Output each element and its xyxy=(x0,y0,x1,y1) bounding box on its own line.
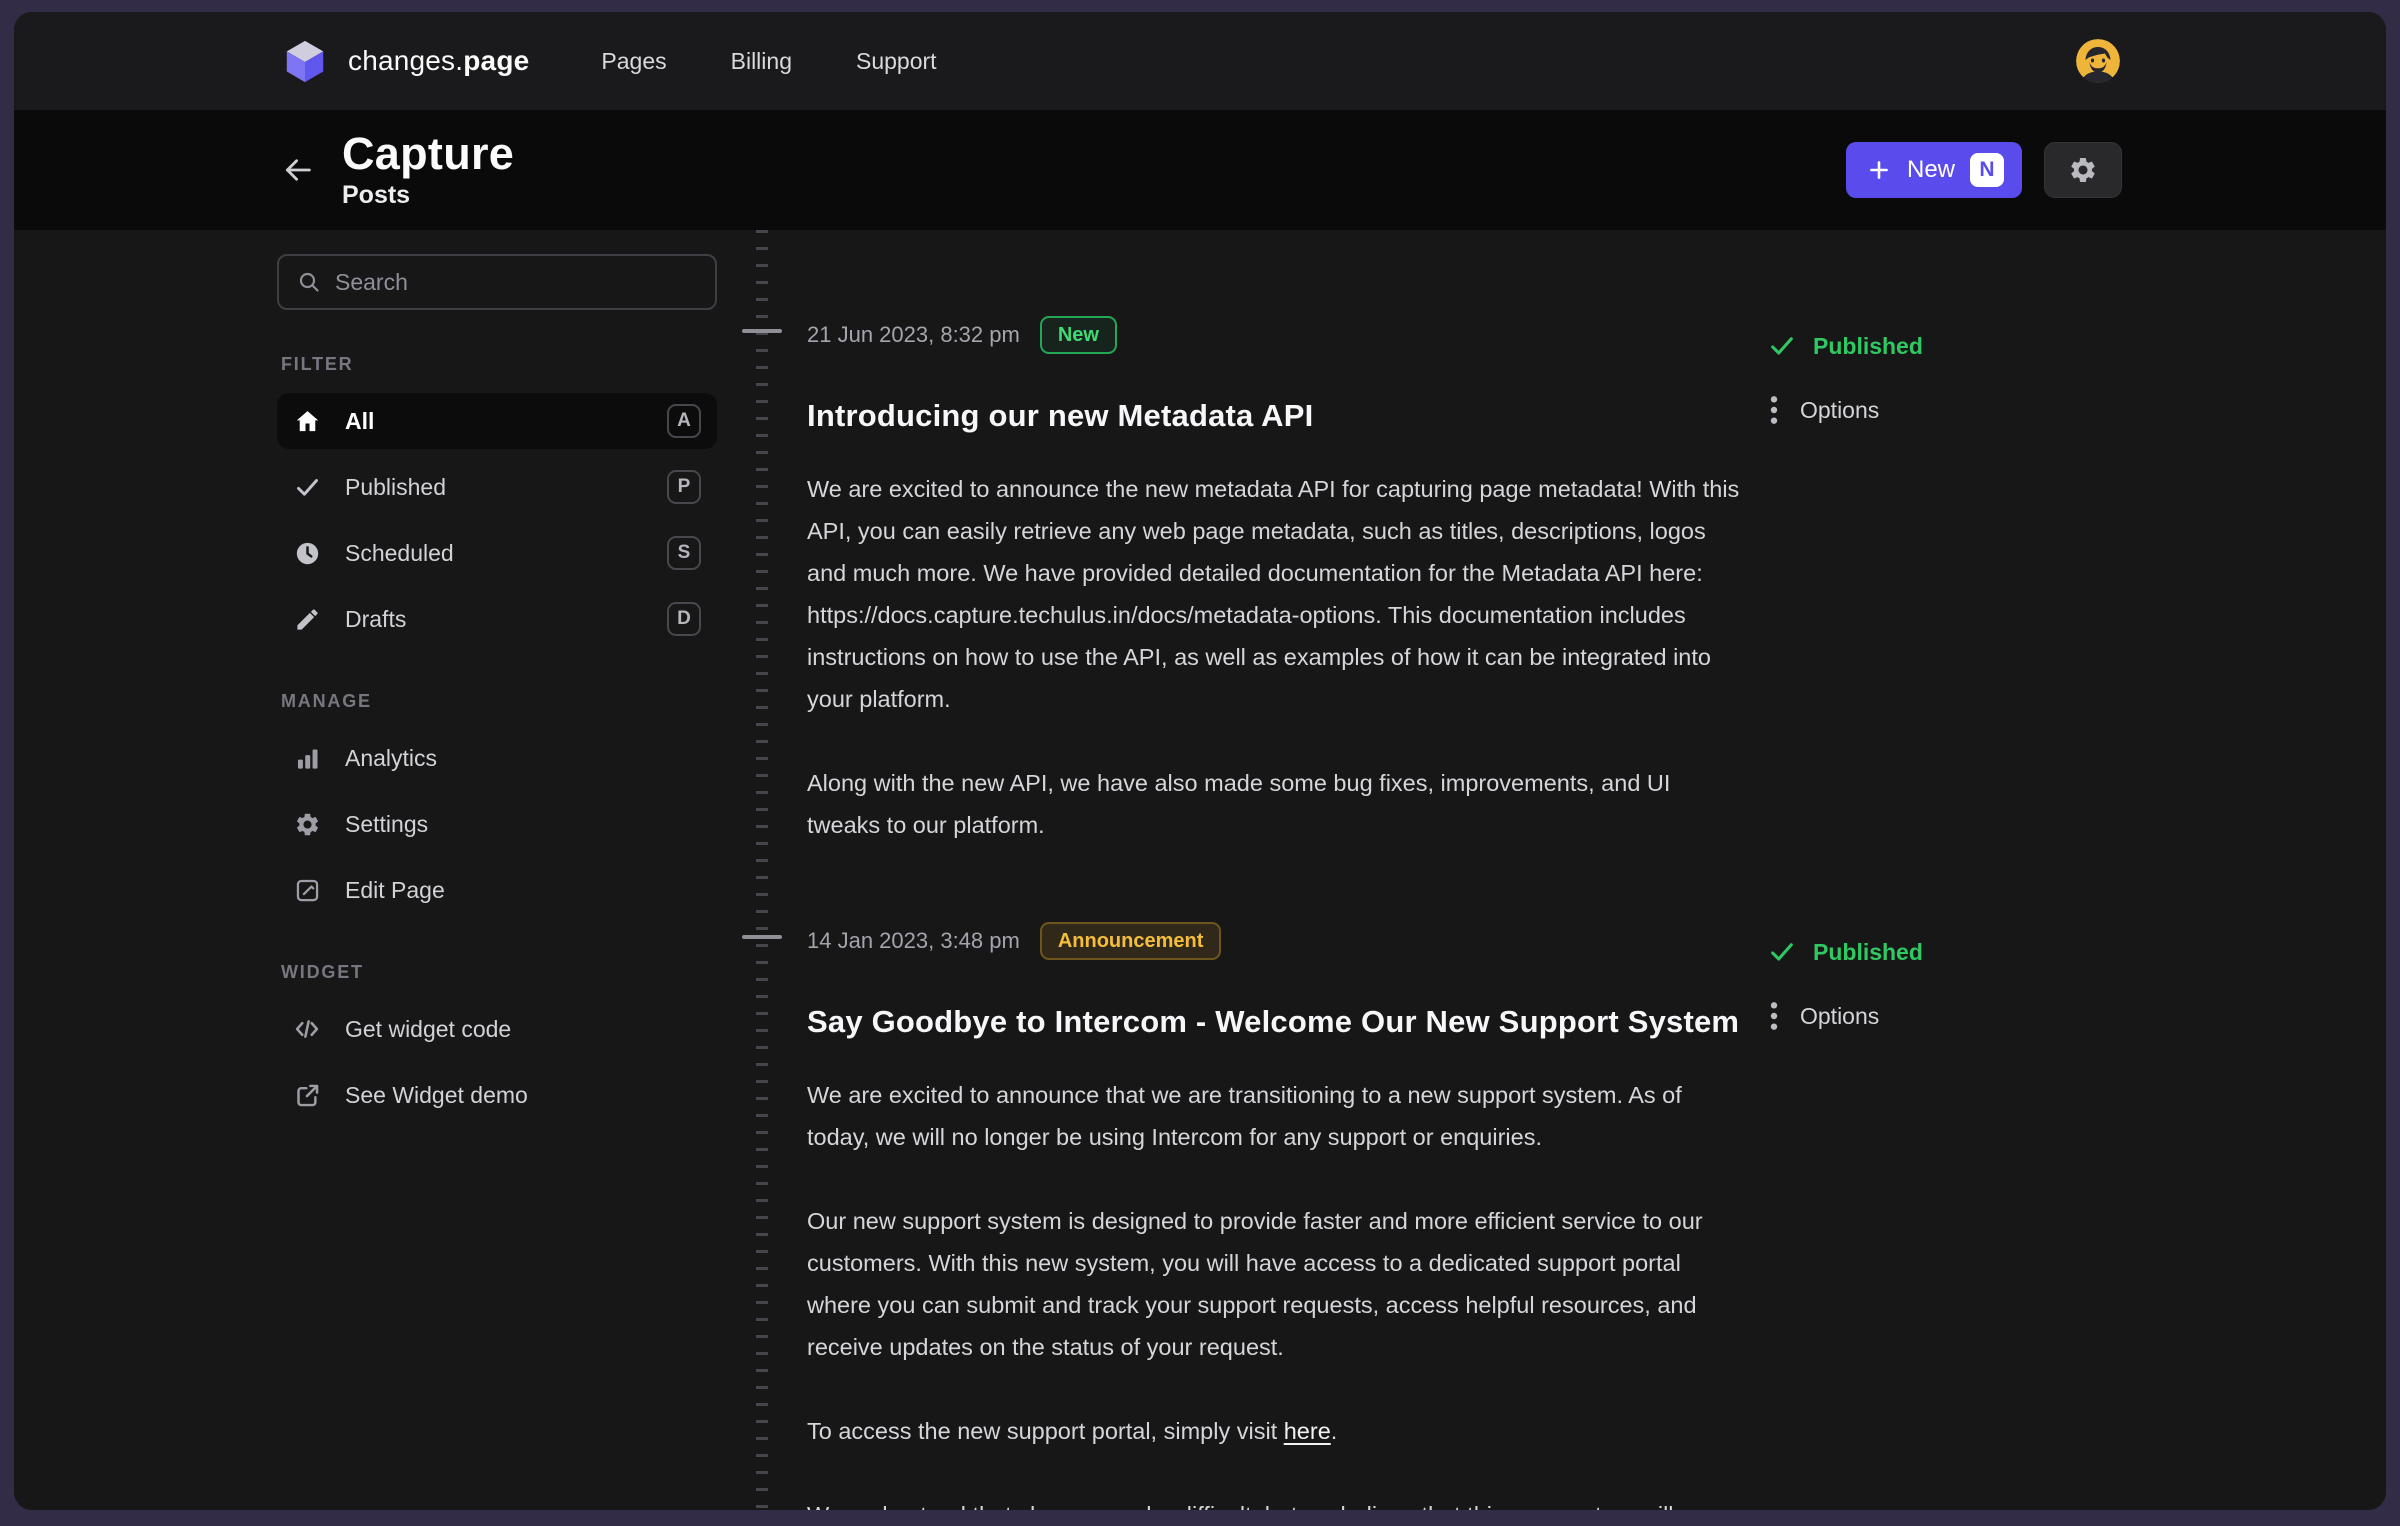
gear-icon xyxy=(2068,155,2098,185)
check-icon xyxy=(293,474,321,501)
sidebar-item-edit-page[interactable]: Edit Page xyxy=(277,862,717,918)
arrow-left-icon xyxy=(281,153,315,187)
post-paragraph: Along with the new API, we have also mad… xyxy=(807,762,1742,846)
section-label-manage: MANAGE xyxy=(277,691,717,712)
post-status-column: Published Options xyxy=(1768,316,2068,846)
post-status-published[interactable]: Published xyxy=(1768,332,2068,360)
new-post-shortcut-badge: N xyxy=(1970,153,2004,187)
timeline-dashed-line xyxy=(756,230,768,1510)
sidebar-item-label: All xyxy=(345,408,374,435)
edit-square-icon xyxy=(293,877,321,904)
sidebar-item-published[interactable]: Published P xyxy=(277,459,717,515)
sidebar-item-label: Scheduled xyxy=(345,540,454,567)
post-paragraph: We are excited to announce that we are t… xyxy=(807,1074,1742,1158)
page-subtitle: Posts xyxy=(342,181,514,210)
app-window: changes.page Pages Billing Support xyxy=(14,12,2386,1510)
nav-link-support[interactable]: Support xyxy=(856,48,937,75)
post-options-label: Options xyxy=(1800,397,1879,424)
post-date: 21 Jun 2023, 8:32 pm xyxy=(807,322,1020,348)
timeline-rail xyxy=(717,230,807,1510)
bar-chart-icon xyxy=(293,745,321,772)
post-status-published[interactable]: Published xyxy=(1768,938,2068,966)
user-avatar[interactable] xyxy=(2076,39,2120,83)
search-icon xyxy=(297,270,321,294)
plus-icon xyxy=(1866,157,1892,183)
timeline-post-marker xyxy=(742,935,782,939)
page-settings-button[interactable] xyxy=(2044,142,2122,198)
sidebar: FILTER All A Publ xyxy=(277,230,717,1510)
sidebar-item-drafts[interactable]: Drafts D xyxy=(277,591,717,647)
sidebar-item-label: Settings xyxy=(345,811,428,838)
sidebar-item-see-widget-demo[interactable]: See Widget demo xyxy=(277,1067,717,1123)
shortcut-badge: D xyxy=(667,602,701,636)
search-input[interactable] xyxy=(335,269,697,296)
post-options-button[interactable]: Options xyxy=(1768,394,2068,426)
gear-icon xyxy=(293,811,321,838)
post-paragraph: Our new support system is designed to pr… xyxy=(807,1200,1742,1368)
sidebar-item-label: Published xyxy=(345,474,446,501)
link-paragraph-text: To access the new support portal, simply… xyxy=(807,1418,1284,1444)
sidebar-item-label: Drafts xyxy=(345,606,406,633)
post-paragraph: We understand that change can be difficu… xyxy=(807,1494,1742,1510)
sidebar-item-analytics[interactable]: Analytics xyxy=(277,730,717,786)
post-status-column: Published Options xyxy=(1768,922,2068,1510)
home-icon xyxy=(293,408,321,435)
sidebar-item-scheduled[interactable]: Scheduled S xyxy=(277,525,717,581)
link-paragraph-text: . xyxy=(1331,1418,1338,1444)
shortcut-badge: A xyxy=(667,404,701,438)
post-paragraph: We are excited to announce the new metad… xyxy=(807,468,1742,720)
new-post-button[interactable]: New N xyxy=(1846,142,2022,198)
sidebar-item-all[interactable]: All A xyxy=(277,393,717,449)
shortcut-badge: S xyxy=(667,536,701,570)
post-badge-new: New xyxy=(1040,316,1117,354)
nav-link-pages[interactable]: Pages xyxy=(601,48,666,75)
top-navbar: changes.page Pages Billing Support xyxy=(14,12,2386,110)
changes-page-logo-icon xyxy=(282,38,328,84)
sidebar-item-label: Get widget code xyxy=(345,1016,511,1043)
nav-link-billing[interactable]: Billing xyxy=(731,48,792,75)
sidebar-item-settings[interactable]: Settings xyxy=(277,796,717,852)
sidebar-item-label: See Widget demo xyxy=(345,1082,528,1109)
shortcut-badge: P xyxy=(667,470,701,504)
section-label-filter: FILTER xyxy=(277,354,717,375)
kebab-menu-icon xyxy=(1768,394,1780,426)
page-title: Capture xyxy=(342,130,514,177)
external-link-icon xyxy=(293,1082,321,1109)
new-post-button-label: New xyxy=(1907,156,1955,184)
section-label-widget: WIDGET xyxy=(277,962,717,983)
code-icon xyxy=(293,1015,321,1043)
brand-name: changes.page xyxy=(348,45,529,77)
post-status-label: Published xyxy=(1813,333,1923,360)
support-portal-link[interactable]: here xyxy=(1284,1418,1331,1444)
search-box xyxy=(277,254,717,310)
pencil-icon xyxy=(293,606,321,633)
post-article: 21 Jun 2023, 8:32 pm New Introducing our… xyxy=(807,316,1742,846)
content-area: FILTER All A Publ xyxy=(14,230,2386,1510)
post-options-label: Options xyxy=(1800,1003,1879,1030)
brand-home-link[interactable]: changes.page xyxy=(282,38,529,84)
post-options-button[interactable]: Options xyxy=(1768,1000,2068,1032)
post-paragraph: To access the new support portal, simply… xyxy=(807,1410,1742,1452)
back-button[interactable] xyxy=(278,150,318,190)
check-icon xyxy=(1768,938,1796,966)
sidebar-item-label: Analytics xyxy=(345,745,437,772)
check-icon xyxy=(1768,332,1796,360)
timeline-post-marker xyxy=(742,329,782,333)
kebab-menu-icon xyxy=(1768,1000,1780,1032)
post-date: 14 Jan 2023, 3:48 pm xyxy=(807,928,1020,954)
post-title[interactable]: Introducing our new Metadata API xyxy=(807,398,1742,434)
post-item: 14 Jan 2023, 3:48 pm Announcement Say Go… xyxy=(807,922,2386,1510)
sidebar-item-label: Edit Page xyxy=(345,877,445,904)
post-title[interactable]: Say Goodbye to Intercom - Welcome Our Ne… xyxy=(807,1004,1742,1040)
clock-icon xyxy=(293,540,321,567)
post-item: 21 Jun 2023, 8:32 pm New Introducing our… xyxy=(807,316,2386,846)
post-badge-announcement: Announcement xyxy=(1040,922,1222,960)
posts-feed: 21 Jun 2023, 8:32 pm New Introducing our… xyxy=(807,230,2386,1510)
post-status-label: Published xyxy=(1813,939,1923,966)
page-header: Capture Posts New N xyxy=(14,110,2386,230)
post-article: 14 Jan 2023, 3:48 pm Announcement Say Go… xyxy=(807,922,1742,1510)
nav-links: Pages Billing Support xyxy=(601,48,936,75)
sidebar-item-get-widget-code[interactable]: Get widget code xyxy=(277,1001,717,1057)
